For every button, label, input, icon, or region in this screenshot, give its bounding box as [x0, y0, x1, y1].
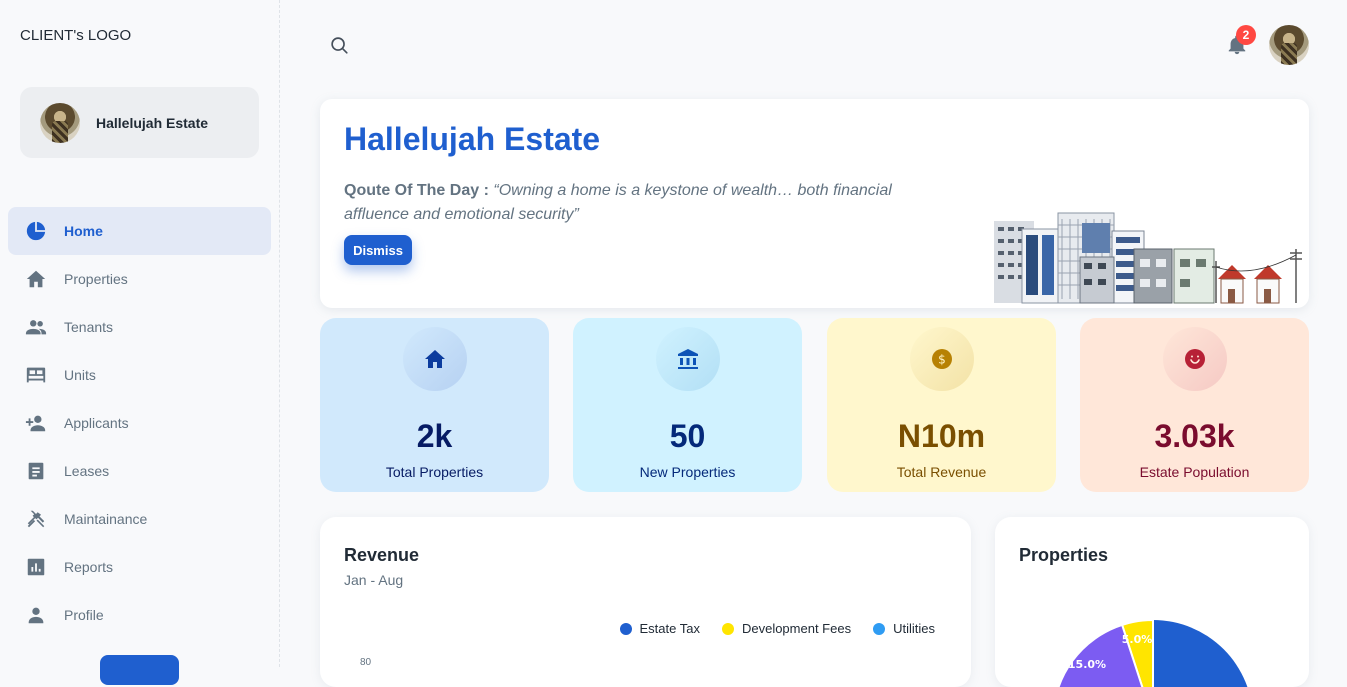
account-card[interactable]: Hallelujah Estate [20, 87, 259, 158]
legend-label: Utilities [893, 621, 935, 636]
sidebar-item-label: Tenants [64, 319, 114, 335]
house-icon [425, 350, 445, 368]
welcome-card: Hallelujah Estate Qoute Of The Day : “Ow… [320, 99, 1309, 308]
sidebar-item-label: Maintainance [64, 511, 148, 527]
stat-value: 50 [669, 418, 706, 454]
person-icon [24, 603, 48, 627]
pie-label-5: 5.0% [1122, 633, 1153, 646]
dismiss-button[interactable]: Dismiss [344, 235, 412, 265]
properties-pie-chart: 5.0% 15.0% [1057, 618, 1253, 687]
people-icon [24, 315, 48, 339]
stat-card-new-properties: 50 New Properties [573, 318, 802, 492]
sidebar-item-leases[interactable]: Leases [8, 447, 271, 495]
properties-card: Properties 5.0% 15.0% [995, 517, 1309, 687]
legend-dot [873, 622, 886, 635]
stat-icon-circle: $ [910, 327, 974, 391]
pie-slice-estate-tax[interactable] [1153, 620, 1253, 687]
revenue-card: Revenue Jan - Aug Estate Tax Development… [320, 517, 971, 687]
sidebar-item-home[interactable]: Home [8, 207, 271, 255]
tools-icon [24, 507, 48, 531]
sidebar-item-reports[interactable]: Reports [8, 543, 271, 591]
legend-item-estate-tax[interactable]: Estate Tax [619, 621, 700, 636]
account-name: Hallelujah Estate [96, 114, 209, 131]
sidebar-item-units[interactable]: Units [8, 351, 271, 399]
revenue-title: Revenue [344, 545, 420, 565]
coin-icon: $ [932, 349, 952, 369]
svg-text:$: $ [938, 353, 946, 367]
stat-label: New Properties [639, 464, 736, 480]
stat-value: 3.03k [1154, 418, 1235, 454]
legend-dot [721, 622, 734, 635]
welcome-title: Hallelujah Estate [344, 121, 601, 157]
sidebar-item-profile[interactable]: Profile [8, 591, 271, 639]
sidebar-item-label: Units [64, 367, 96, 383]
sidebar-item-label: Applicants [64, 415, 129, 431]
y-axis-tick: 80 [360, 657, 372, 668]
house-icon [24, 267, 48, 291]
legend-item-development-fees[interactable]: Development Fees [721, 621, 852, 636]
user-avatar[interactable] [1269, 25, 1309, 65]
search-icon[interactable] [328, 34, 350, 56]
stat-label: Total Revenue [896, 464, 987, 480]
notification-badge: 2 [1236, 25, 1256, 45]
stat-label: Estate Population [1139, 464, 1250, 480]
stat-value: N10m [897, 418, 986, 454]
revenue-legend: Estate Tax Development Fees Utilities [619, 621, 935, 636]
sidebar-item-maintainance[interactable]: Maintainance [8, 495, 271, 543]
city-illustration [994, 212, 1302, 304]
legend-label: Development Fees [741, 621, 852, 636]
sidebar-nav: Home Properties Tenants Units Applicants… [8, 207, 271, 639]
stat-value: 2k [416, 418, 453, 454]
sidebar-item-label: Leases [64, 463, 110, 479]
bar-chart-icon [24, 555, 48, 579]
sidebar-item-label: Home [64, 223, 103, 239]
client-logo[interactable]: CLIENT's LOGO [20, 24, 140, 48]
sidebar-item-label: Properties [64, 271, 128, 287]
person-add-icon [24, 411, 48, 435]
stat-card-total-properties: 2k Total Properties [320, 318, 549, 492]
stat-icon-circle [1163, 327, 1227, 391]
sidebar-item-applicants[interactable]: Applicants [8, 399, 271, 447]
document-icon [24, 459, 48, 483]
quote-of-the-day: Qoute Of The Day : “Owning a home is a k… [344, 179, 934, 227]
revenue-subtitle: Jan - Aug [344, 572, 404, 588]
stat-icon-circle [403, 327, 467, 391]
pie-chart-icon [24, 219, 48, 243]
sidebar-item-properties[interactable]: Properties [8, 255, 271, 303]
smile-icon [1185, 349, 1205, 369]
sidebar-item-label: Profile [64, 607, 104, 623]
stat-icon-circle [656, 327, 720, 391]
bed-icon [24, 363, 48, 387]
account-avatar [40, 102, 80, 143]
legend-item-utilities[interactable]: Utilities [873, 621, 935, 636]
legend-dot [619, 622, 632, 635]
sidebar: CLIENT's LOGO Hallelujah Estate Home Pro… [0, 0, 280, 685]
legend-label: Estate Tax [639, 621, 700, 636]
quote-label: Qoute Of The Day : [344, 182, 489, 199]
stat-card-total-revenue: $ N10m Total Revenue [827, 318, 1056, 492]
sidebar-action-button[interactable] [100, 655, 179, 685]
stat-label: Total Properties [385, 464, 484, 480]
sidebar-item-tenants[interactable]: Tenants [8, 303, 271, 351]
sidebar-item-label: Reports [64, 559, 114, 575]
stat-card-estate-population: 3.03k Estate Population [1080, 318, 1309, 492]
pie-label-15: 15.0% [1068, 658, 1106, 671]
bank-icon [678, 349, 698, 369]
